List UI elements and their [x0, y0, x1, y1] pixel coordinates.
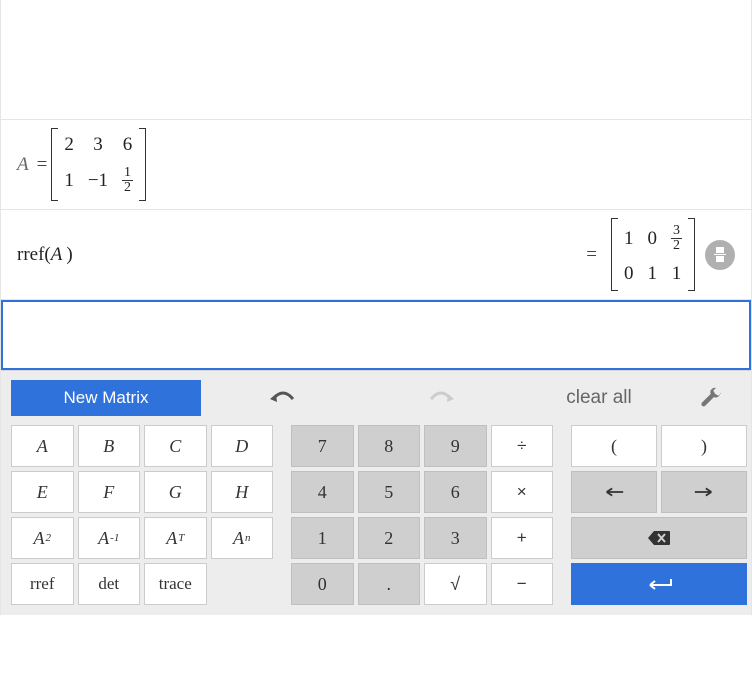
keypad: New Matrix clear all ABCD EFGH A2A-1ATAn rr… [1, 370, 751, 615]
key-A-power-n[interactable]: An [211, 517, 274, 559]
matrix-cell: 3 [93, 134, 103, 156]
key-9[interactable]: 9 [424, 425, 487, 467]
matrix-bracket-left [51, 128, 58, 201]
key-cursor-left[interactable] [571, 471, 657, 513]
result-area: = 1032011 [582, 218, 735, 291]
key-enter[interactable] [571, 563, 747, 605]
keypad-grid: ABCD EFGH A2A-1ATAn rrefdettrace 7 8 9 ÷ 4 … [11, 425, 741, 605]
undo-button[interactable] [207, 380, 359, 416]
matrix-cell: 32 [671, 224, 682, 253]
function-name: rref [17, 244, 44, 266]
key-A[interactable]: A [11, 425, 74, 467]
equals-sign: = [37, 154, 48, 176]
key-paren-open[interactable]: ( [571, 425, 657, 467]
key-G[interactable]: G [144, 471, 207, 513]
key-6[interactable]: 6 [424, 471, 487, 513]
key-5[interactable]: 5 [358, 471, 421, 513]
matrix-cell: 6 [123, 134, 133, 156]
key-3[interactable]: 3 [424, 517, 487, 559]
backspace-icon [647, 530, 671, 546]
key-multiply[interactable]: × [491, 471, 554, 513]
toggle-fraction-icon[interactable] [705, 240, 735, 270]
keypad-toolbar: New Matrix clear all [11, 379, 741, 417]
matrix-cell: −1 [88, 170, 108, 192]
nav-block: ( ) [571, 425, 747, 605]
matrix-cell: 12 [122, 166, 133, 195]
calculator-container: A = 2361−112 rref ( A ) = 1032011 [0, 0, 752, 615]
result-matrix: 1032011 [611, 218, 695, 291]
expression-list: A = 2361−112 rref ( A ) = 1032011 [1, 0, 751, 370]
key-2[interactable]: 2 [358, 517, 421, 559]
matrix-bracket-right [688, 218, 695, 291]
key-0[interactable]: 0 [291, 563, 354, 605]
numeric-block: 7 8 9 ÷ 4 5 6 × 1 2 3 + 0 . √ − [291, 425, 553, 605]
key-plus[interactable]: + [491, 517, 554, 559]
matrix-cell: 0 [648, 228, 658, 250]
key-A-squared[interactable]: A2 [11, 517, 74, 559]
key-det[interactable]: det [78, 563, 141, 605]
redo-button[interactable] [365, 380, 517, 416]
key-E[interactable]: E [11, 471, 74, 513]
settings-button[interactable] [681, 380, 741, 416]
matrix-bracket-right [139, 128, 146, 201]
matrix-body: 1032011 [618, 218, 688, 291]
key-paren-close[interactable]: ) [661, 425, 747, 467]
fraction: 32 [671, 224, 682, 253]
key-trace[interactable]: trace [144, 563, 207, 605]
letters-block: ABCD EFGH A2A-1ATAn rrefdettrace [11, 425, 273, 605]
new-matrix-button[interactable]: New Matrix [11, 380, 201, 416]
wrench-icon [700, 387, 722, 409]
expression-row-empty[interactable] [1, 0, 751, 120]
arrow-right-icon [693, 481, 715, 503]
matrix-bracket-left [611, 218, 618, 291]
enter-icon [644, 577, 674, 591]
expression-row-call[interactable]: rref ( A ) = 1032011 [1, 210, 751, 300]
key-rref[interactable]: rref [11, 563, 74, 605]
matrix-body: 236 1 −1 12 [58, 128, 139, 201]
redo-icon [427, 389, 455, 407]
matrix-cell: 1 [64, 170, 74, 192]
paren-close: ) [66, 244, 72, 266]
key-dot[interactable]: . [358, 563, 421, 605]
arrow-left-icon [603, 481, 625, 503]
undo-icon [269, 389, 297, 407]
matrix-cell: 0 [624, 263, 634, 285]
key-sqrt[interactable]: √ [424, 563, 487, 605]
key-divide[interactable]: ÷ [491, 425, 554, 467]
key-backspace[interactable] [571, 517, 747, 559]
result-equals: = [586, 244, 597, 266]
key-A-transpose[interactable]: AT [144, 517, 207, 559]
variable-name: A [17, 154, 29, 176]
key-B[interactable]: B [78, 425, 141, 467]
matrix-A: 236 1 −1 12 [51, 128, 146, 201]
fraction: 12 [122, 166, 133, 195]
key-7[interactable]: 7 [291, 425, 354, 467]
key-A-inverse[interactable]: A-1 [78, 517, 141, 559]
clear-all-button[interactable]: clear all [523, 380, 675, 416]
key-minus[interactable]: − [491, 563, 554, 605]
key-F[interactable]: F [78, 471, 141, 513]
matrix-cell: 1 [624, 228, 634, 250]
key-D[interactable]: D [211, 425, 274, 467]
key-8[interactable]: 8 [358, 425, 421, 467]
key-H[interactable]: H [211, 471, 274, 513]
key-1[interactable]: 1 [291, 517, 354, 559]
expression-row-definition[interactable]: A = 236 1 −1 12 [1, 120, 751, 210]
matrix-cell: 1 [648, 263, 658, 285]
matrix-cell: 2 [64, 134, 74, 156]
function-arg: A [51, 244, 63, 266]
key-cursor-right[interactable] [661, 471, 747, 513]
key-4[interactable]: 4 [291, 471, 354, 513]
matrix-cell: 1 [672, 263, 682, 285]
expression-input-active[interactable] [1, 300, 751, 370]
key-C[interactable]: C [144, 425, 207, 467]
